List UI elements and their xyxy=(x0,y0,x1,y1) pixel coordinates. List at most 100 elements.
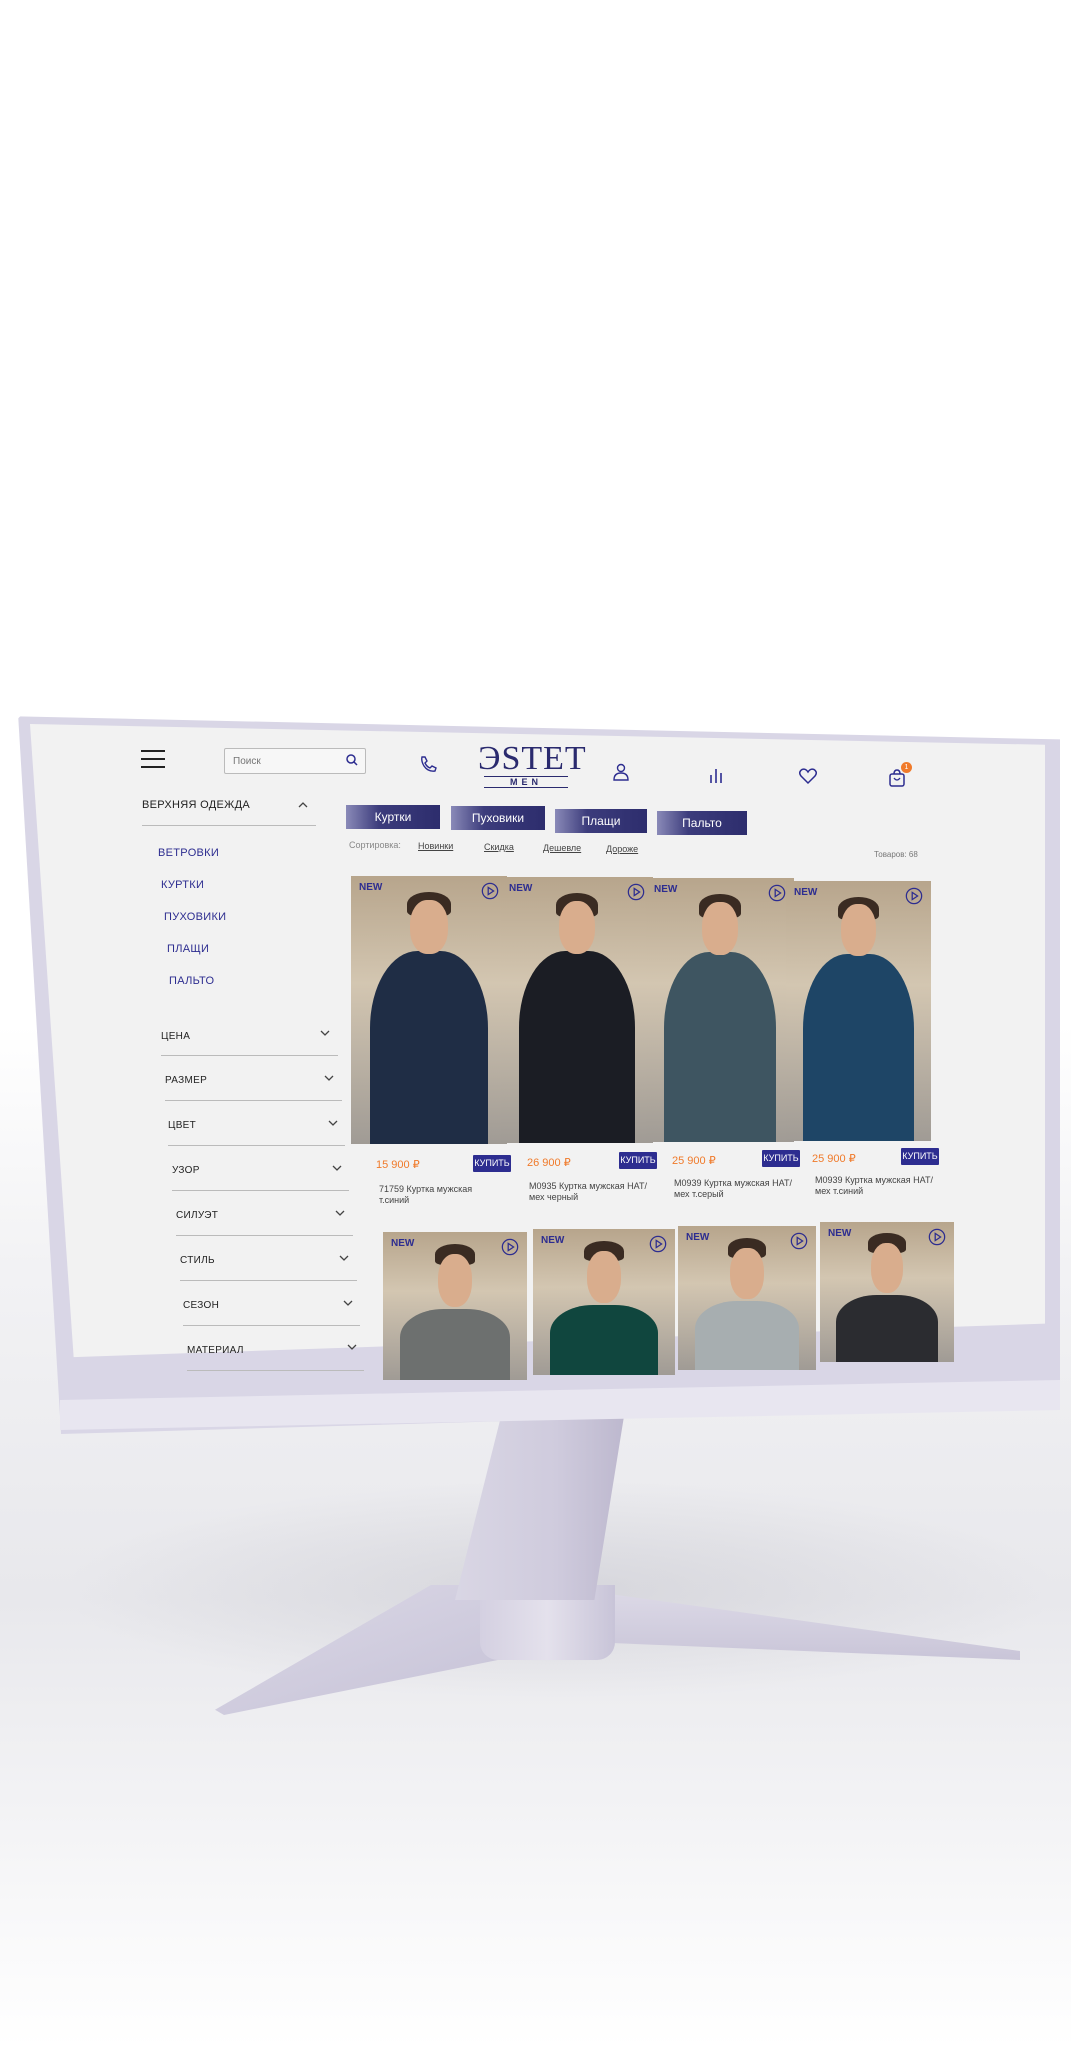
play-video-icon[interactable] xyxy=(905,887,923,905)
chevron-down-icon[interactable] xyxy=(324,1073,334,1083)
category-link-down-jackets[interactable]: ПУХОВИКИ xyxy=(164,911,226,923)
play-video-icon[interactable] xyxy=(790,1232,808,1250)
product-name-line: мех т.синий xyxy=(815,1186,864,1196)
product-photo-face xyxy=(870,1243,904,1294)
filter-style[interactable]: СТИЛЬ xyxy=(180,1255,215,1266)
search-field[interactable] xyxy=(224,748,366,774)
new-badge: NEW xyxy=(654,884,678,895)
product-name[interactable]: M0935 Куртка мужская HAT/мех черный xyxy=(529,1181,647,1203)
product-photo-coat xyxy=(663,951,777,1142)
product-name-line: 71759 Куртка мужская xyxy=(379,1184,473,1194)
filter-silhouette[interactable]: СИЛУЭТ xyxy=(176,1210,218,1221)
chevron-down-icon[interactable] xyxy=(320,1028,330,1038)
product-price: 26 900 ₽ xyxy=(527,1157,571,1169)
divider xyxy=(168,1145,345,1146)
new-badge: NEW xyxy=(828,1228,852,1239)
play-video-icon[interactable] xyxy=(501,1238,519,1256)
cart-button[interactable]: 1 xyxy=(887,762,912,788)
sort-option-expensive[interactable]: Дороже xyxy=(606,844,638,854)
heart-icon[interactable] xyxy=(798,766,818,786)
tab-down-jackets[interactable]: Пуховики xyxy=(451,806,545,830)
product-price: 15 900 ₽ xyxy=(376,1159,420,1171)
divider xyxy=(187,1370,364,1371)
new-badge: NEW xyxy=(794,887,818,898)
tab-jackets[interactable]: Куртки xyxy=(346,805,440,829)
new-badge: NEW xyxy=(509,883,533,894)
product-name[interactable]: M0939 Куртка мужская HAT/мех т.серый xyxy=(674,1178,792,1200)
product-name[interactable]: M0939 Куртка мужская HAT/мех т.синий xyxy=(815,1175,933,1197)
tab-raincoats[interactable]: Плащи xyxy=(555,809,647,833)
product-photo-coat xyxy=(803,953,914,1141)
product-card-image[interactable]: NEW xyxy=(646,878,794,1142)
cart-count-badge: 1 xyxy=(901,762,912,773)
product-card-image[interactable]: NEW xyxy=(501,877,653,1143)
product-photo-face xyxy=(702,901,738,955)
sort-option-new[interactable]: Новинки xyxy=(418,841,453,851)
product-name-line: мех черный xyxy=(529,1192,579,1202)
divider xyxy=(142,825,316,826)
sidebar-title[interactable]: ВЕРХНЯЯ ОДЕЖДА xyxy=(142,799,250,811)
divider xyxy=(183,1325,360,1326)
chevron-down-icon[interactable] xyxy=(328,1118,338,1128)
product-photo-coat xyxy=(550,1304,658,1375)
product-photo-coat xyxy=(694,1300,800,1370)
buy-button[interactable]: КУПИТЬ xyxy=(619,1152,657,1169)
chevron-down-icon[interactable] xyxy=(335,1208,345,1218)
phone-icon[interactable] xyxy=(418,754,438,774)
search-input[interactable] xyxy=(225,749,345,773)
sort-label: Сортировка: xyxy=(349,840,401,850)
play-video-icon[interactable] xyxy=(649,1235,667,1253)
buy-button[interactable]: КУПИТЬ xyxy=(901,1148,939,1165)
chevron-down-icon[interactable] xyxy=(332,1163,342,1173)
product-card-image[interactable]: NEW xyxy=(820,1222,954,1362)
product-card-image[interactable]: NEW xyxy=(383,1232,527,1380)
new-badge: NEW xyxy=(686,1232,710,1243)
sort-option-cheaper[interactable]: Дешевле xyxy=(543,843,581,853)
category-link-raincoats[interactable]: ПЛАЩИ xyxy=(167,943,209,955)
category-link-windbreakers[interactable]: ВЕТРОВКИ xyxy=(158,847,219,859)
chevron-down-icon[interactable] xyxy=(339,1253,349,1263)
product-price: 25 900 ₽ xyxy=(812,1153,856,1165)
category-link-coats[interactable]: ПАЛЬТО xyxy=(169,975,214,987)
product-photo-face xyxy=(586,1250,622,1304)
product-name-line: M0939 Куртка мужская HAT/ xyxy=(815,1175,933,1185)
chevron-down-icon[interactable] xyxy=(343,1298,353,1308)
divider xyxy=(180,1280,357,1281)
user-icon[interactable] xyxy=(611,762,631,782)
product-card-image[interactable]: NEW xyxy=(786,881,931,1141)
tab-coats[interactable]: Пальто xyxy=(657,811,747,835)
filter-pattern[interactable]: УЗОР xyxy=(172,1165,200,1176)
product-photo-coat xyxy=(369,951,489,1144)
filter-price[interactable]: ЦЕНА xyxy=(161,1031,190,1042)
product-name-line: т.синий xyxy=(379,1195,410,1205)
category-link-jackets[interactable]: КУРТКИ xyxy=(161,879,204,891)
product-card-image[interactable]: NEW xyxy=(678,1226,816,1370)
filter-size[interactable]: РАЗМЕР xyxy=(165,1075,207,1086)
menu-icon[interactable] xyxy=(141,750,165,770)
filter-material[interactable]: МАТЕРИАЛ xyxy=(187,1345,244,1356)
play-video-icon[interactable] xyxy=(627,883,645,901)
play-video-icon[interactable] xyxy=(481,882,499,900)
play-video-icon[interactable] xyxy=(768,884,786,902)
play-video-icon[interactable] xyxy=(928,1228,946,1246)
product-name[interactable]: 71759 Куртка мужская т.синий xyxy=(379,1184,497,1206)
chevron-up-icon[interactable] xyxy=(298,800,308,810)
filter-season[interactable]: СЕЗОН xyxy=(183,1300,219,1311)
chevron-down-icon[interactable] xyxy=(347,1342,357,1352)
product-card-image[interactable]: NEW xyxy=(533,1229,675,1375)
search-icon[interactable] xyxy=(345,753,359,767)
product-name-line: мех т.серый xyxy=(674,1189,724,1199)
divider xyxy=(172,1190,349,1191)
new-badge: NEW xyxy=(391,1238,415,1249)
product-count: Товаров: 68 xyxy=(874,850,918,859)
buy-button[interactable]: КУПИТЬ xyxy=(762,1150,800,1167)
sort-option-discount[interactable]: Скидка xyxy=(484,842,514,852)
divider xyxy=(161,1055,338,1056)
product-card-image[interactable]: NEW xyxy=(351,876,507,1144)
product-name-line: M0939 Куртка мужская HAT/ xyxy=(674,1178,792,1188)
product-name-line: M0935 Куртка мужская HAT/ xyxy=(529,1181,647,1191)
filter-color[interactable]: ЦВЕТ xyxy=(168,1120,196,1131)
brand-logo[interactable]: ЭSTET MEN xyxy=(478,742,586,788)
buy-button[interactable]: КУПИТЬ xyxy=(473,1155,511,1172)
compare-icon[interactable] xyxy=(706,765,726,785)
